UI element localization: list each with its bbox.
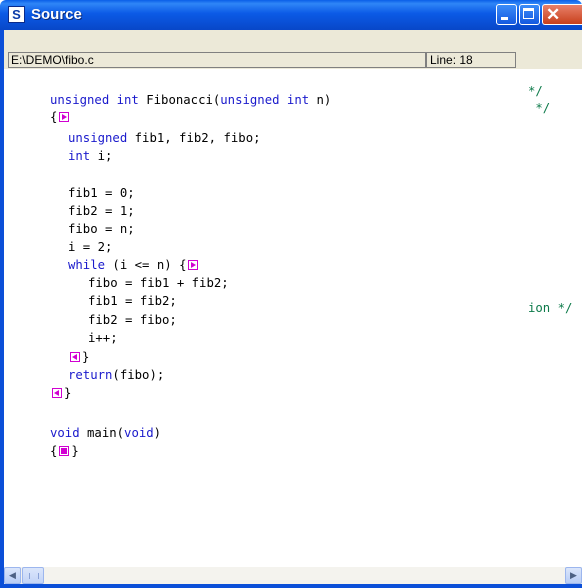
file-status-bar: E:\DEMO\fibo.c Line: 18 <box>4 30 582 69</box>
title-bar[interactable]: S Source ✕ <box>0 0 582 30</box>
file-path-field: E:\DEMO\fibo.c <box>8 52 426 68</box>
comment-fragment-1: */ <box>528 84 543 98</box>
fold-filled-icon[interactable] <box>59 446 70 456</box>
code-line-15: return(fibo); <box>68 368 165 382</box>
maximize-button[interactable] <box>519 4 540 25</box>
minimize-icon <box>501 17 508 20</box>
code-line-3: unsigned fib1, fib2, fibo; <box>68 131 261 145</box>
window-frame-bottom <box>0 584 582 588</box>
code-line-16: } <box>50 385 71 401</box>
fold-collapse-icon[interactable] <box>59 112 70 122</box>
arrow-right-icon: ▶ <box>570 570 577 580</box>
code-line-14: } <box>68 349 89 365</box>
code-line-18: {} <box>50 444 79 458</box>
keyword: unsigned int <box>220 93 310 107</box>
code-line-6: fib2 = 1; <box>68 204 135 218</box>
arrow-left-icon: ◀ <box>9 570 16 580</box>
line-number-field: Line: 18 <box>426 52 516 68</box>
code-line-2: { <box>50 109 71 125</box>
comment-fragment-3: ion */ <box>528 301 573 315</box>
scrollbar-thumb[interactable] <box>22 567 44 584</box>
scroll-left-button[interactable]: ◀ <box>4 567 21 584</box>
window-title: Source <box>31 6 82 23</box>
code-line-5: fib1 = 0; <box>68 186 135 200</box>
comment-fragment-2: */ <box>528 101 551 115</box>
app-icon: S <box>8 6 25 23</box>
code-line-10: fibo = fib1 + fib2; <box>88 276 229 290</box>
keyword: unsigned int <box>50 93 139 107</box>
scroll-right-button[interactable]: ▶ <box>565 567 582 584</box>
code-line-17: void main(void) <box>50 426 162 440</box>
code-line-9: while (i <= n) { <box>68 257 200 273</box>
close-button[interactable]: ✕ <box>542 4 582 25</box>
grip-icon <box>29 573 39 579</box>
code-line-4: int i; <box>68 149 113 163</box>
close-icon: ✕ <box>546 5 561 24</box>
code-line-12: fib2 = fibo; <box>88 313 177 327</box>
code-line-11: fib1 = fib2; <box>88 294 177 308</box>
fold-expand-icon[interactable] <box>52 388 62 398</box>
minimize-button[interactable] <box>496 4 517 25</box>
fold-expand-icon[interactable] <box>70 352 80 362</box>
source-editor[interactable]: unsigned int Fibonacci(unsigned int n) {… <box>4 69 582 584</box>
horizontal-scrollbar[interactable]: ◀ ▶ <box>4 567 582 584</box>
code-line-13: i++; <box>88 331 118 345</box>
code-line-7: fibo = n; <box>68 222 135 236</box>
fold-collapse-icon[interactable] <box>188 260 199 270</box>
code-line-8: i = 2; <box>68 240 113 254</box>
code-line-1: unsigned int Fibonacci(unsigned int n) <box>50 93 332 107</box>
maximize-icon <box>523 8 534 19</box>
